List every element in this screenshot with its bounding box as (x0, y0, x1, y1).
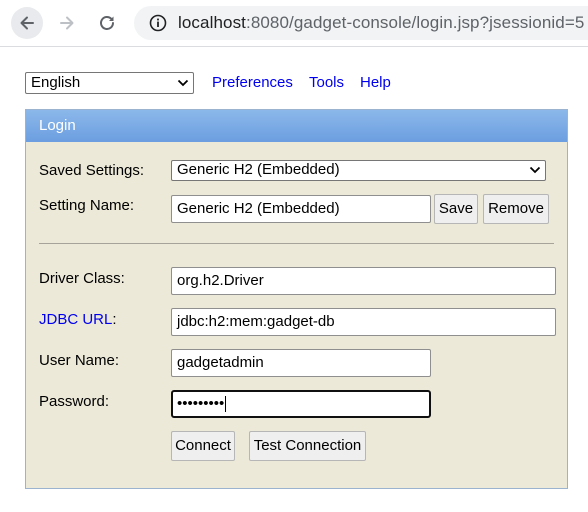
password-input[interactable]: ••••••••• (171, 390, 431, 418)
text-caret (225, 396, 227, 413)
forward-arrow-icon (60, 16, 74, 30)
password-value: ••••••••• (177, 395, 225, 412)
connect-button[interactable]: Connect (171, 431, 235, 461)
back-button[interactable] (11, 7, 43, 39)
user-name-input[interactable]: gadgetadmin (171, 349, 431, 377)
chevron-down-icon (529, 166, 541, 174)
help-link[interactable]: Help (360, 74, 391, 91)
jdbc-url-colon: : (112, 311, 117, 328)
preferences-link[interactable]: Preferences (212, 74, 293, 91)
password-label: Password: (39, 393, 110, 410)
url-path: :8080/gadget-console/login.jsp?jsessioni… (246, 13, 585, 32)
test-connection-button[interactable]: Test Connection (249, 431, 366, 461)
setting-name-label: Setting Name: (39, 197, 135, 214)
jdbc-url-label: JDBC URL: (39, 311, 117, 328)
login-panel: Login Saved Settings: Generic H2 (Embedd… (25, 109, 568, 489)
info-icon[interactable] (149, 14, 167, 32)
url-host: localhost (178, 13, 246, 32)
back-arrow-icon (20, 16, 34, 30)
user-name-label: User Name: (39, 352, 120, 369)
forward-button[interactable] (51, 7, 83, 39)
browser-toolbar: localhost:8080/gadget-console/login.jsp?… (0, 0, 588, 47)
jdbc-url-link[interactable]: JDBC URL (39, 311, 112, 328)
saved-settings-label: Saved Settings: (39, 162, 145, 179)
url-text: localhost:8080/gadget-console/login.jsp?… (178, 13, 584, 33)
save-button[interactable]: Save (434, 194, 478, 224)
tools-link[interactable]: Tools (309, 74, 344, 91)
remove-button[interactable]: Remove (483, 194, 549, 224)
driver-class-label: Driver Class: (39, 270, 125, 287)
chevron-down-icon (177, 79, 189, 87)
setting-name-input[interactable]: Generic H2 (Embedded) (171, 195, 431, 223)
language-select-value: English (31, 74, 81, 91)
driver-class-input[interactable]: org.h2.Driver (171, 267, 556, 295)
language-select[interactable]: English (25, 72, 194, 94)
saved-settings-value: Generic H2 (Embedded) (177, 161, 340, 178)
divider (39, 243, 554, 244)
address-bar[interactable]: localhost:8080/gadget-console/login.jsp?… (134, 6, 588, 40)
reload-button[interactable] (91, 7, 123, 39)
reload-icon (100, 16, 114, 30)
login-panel-title: Login (26, 110, 567, 142)
saved-settings-select[interactable]: Generic H2 (Embedded) (171, 160, 546, 181)
jdbc-url-input[interactable]: jdbc:h2:mem:gadget-db (171, 308, 556, 336)
